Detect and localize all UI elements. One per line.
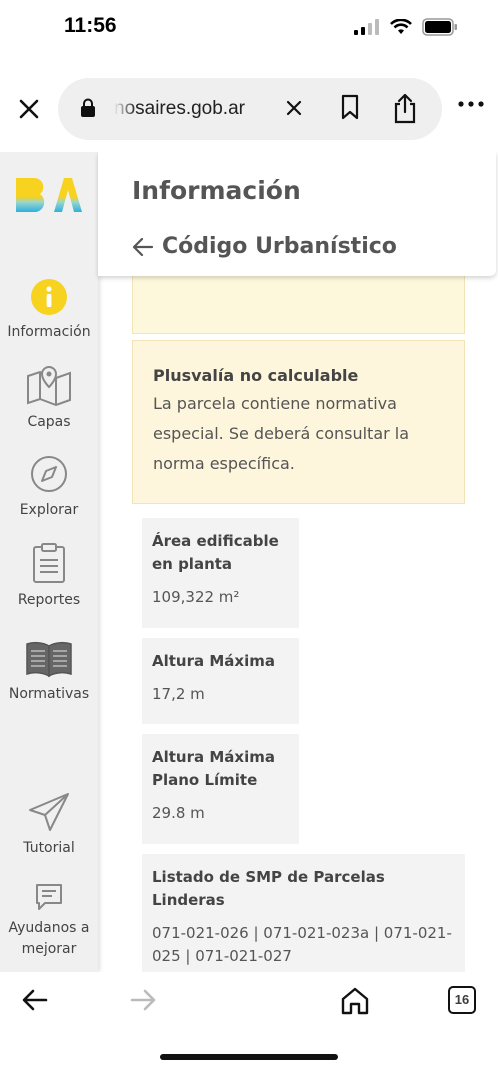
bookmark-icon[interactable] bbox=[340, 94, 360, 120]
info-card-altura: Altura Máxima 17,2 m bbox=[142, 638, 299, 724]
status-time: 11:56 bbox=[64, 14, 117, 37]
browser-bottom-bar: 16 bbox=[0, 972, 498, 1080]
app-frame: Información Capas Explorar Reportes Norm… bbox=[0, 152, 498, 972]
home-icon[interactable] bbox=[340, 986, 370, 1016]
tabs-count-button[interactable]: 16 bbox=[448, 986, 476, 1014]
sidebar-item-label: Ayudanos a mejorar bbox=[8, 920, 90, 957]
card-title: Altura Máxima Plano Límite bbox=[152, 748, 275, 789]
card-title: Altura Máxima bbox=[152, 652, 275, 670]
sidebar-item-label: Tutorial bbox=[23, 840, 75, 856]
info-card-plano-limite: Altura Máxima Plano Límite 29.8 m bbox=[142, 734, 299, 844]
panel-title: Información bbox=[132, 176, 301, 205]
info-card-parcelas-linderas: Listado de SMP de Parcelas Linderas 071-… bbox=[142, 854, 465, 972]
notice-box: Plusvalía no calculable La parcela conti… bbox=[132, 340, 465, 504]
sidebar-item-normativas[interactable]: Normativas bbox=[0, 640, 98, 705]
sidebar-item-reportes[interactable]: Reportes bbox=[0, 542, 98, 611]
sidebar-item-tutorial[interactable]: Tutorial bbox=[0, 792, 98, 859]
status-bar: 11:56 bbox=[0, 0, 498, 60]
sidebar-item-capas[interactable]: Capas bbox=[0, 364, 98, 433]
close-icon[interactable] bbox=[14, 94, 44, 124]
section-title: Código Urbanístico bbox=[162, 234, 397, 259]
ba-logo[interactable] bbox=[14, 174, 84, 216]
browser-toolbar: nosaires.gob.ar bbox=[0, 76, 498, 142]
card-value: 17,2 m bbox=[152, 685, 205, 703]
chat-icon bbox=[36, 884, 62, 910]
paper-plane-icon bbox=[29, 793, 69, 831]
arrow-left-icon[interactable] bbox=[132, 237, 154, 257]
back-icon[interactable] bbox=[22, 988, 48, 1012]
card-title: Área edificable en planta bbox=[152, 532, 279, 573]
status-icons bbox=[354, 18, 458, 36]
notice-box-previous bbox=[132, 276, 465, 334]
lock-icon bbox=[81, 98, 95, 117]
sidebar-item-label: Normativas bbox=[8, 686, 90, 702]
card-value: 29.8 m bbox=[152, 804, 205, 822]
sidebar-item-explorar[interactable]: Explorar bbox=[0, 454, 98, 521]
share-icon[interactable] bbox=[392, 92, 418, 124]
sidebar-item-label: Explorar bbox=[19, 502, 79, 518]
clear-url-icon[interactable] bbox=[284, 98, 304, 118]
back-button[interactable]: Código Urbanístico bbox=[132, 234, 397, 259]
notice-text: La parcela contiene normativa especial. … bbox=[153, 394, 410, 473]
info-card-area: Área edificable en planta 109,322 m² bbox=[142, 518, 299, 628]
info-icon bbox=[31, 279, 67, 315]
wifi-icon bbox=[390, 19, 412, 34]
panel-content[interactable]: Plusvalía no calculable La parcela conti… bbox=[98, 276, 498, 972]
notice-title: Plusvalía no calculable bbox=[153, 366, 359, 385]
panel-header: Información Código Urbanístico bbox=[98, 152, 496, 276]
sidebar: Información Capas Explorar Reportes Norm… bbox=[0, 152, 98, 972]
clipboard-icon bbox=[33, 543, 65, 583]
compass-icon bbox=[31, 456, 67, 492]
address-bar[interactable]: nosaires.gob.ar bbox=[58, 78, 442, 140]
url-text[interactable]: nosaires.gob.ar bbox=[114, 98, 264, 120]
card-title: Listado de SMP de Parcelas Linderas bbox=[152, 868, 385, 909]
more-options-icon[interactable] bbox=[458, 100, 484, 108]
card-value: 071-021-026 | 071-021-023a | 071-021-025… bbox=[152, 924, 452, 965]
signal-icon bbox=[354, 19, 379, 35]
battery-icon bbox=[422, 18, 457, 36]
sidebar-item-label: Capas bbox=[27, 414, 71, 430]
book-icon bbox=[26, 641, 72, 678]
card-value: 109,322 m² bbox=[152, 588, 240, 606]
sidebar-item-label: Información bbox=[7, 324, 91, 340]
home-indicator bbox=[160, 1054, 338, 1060]
sidebar-item-label: Reportes bbox=[17, 592, 81, 608]
forward-icon[interactable] bbox=[130, 988, 156, 1012]
sidebar-item-ayudanos[interactable]: Ayudanos a mejorar bbox=[0, 882, 98, 960]
map-icon bbox=[27, 365, 71, 406]
sidebar-item-informacion[interactable]: Información bbox=[0, 278, 98, 343]
